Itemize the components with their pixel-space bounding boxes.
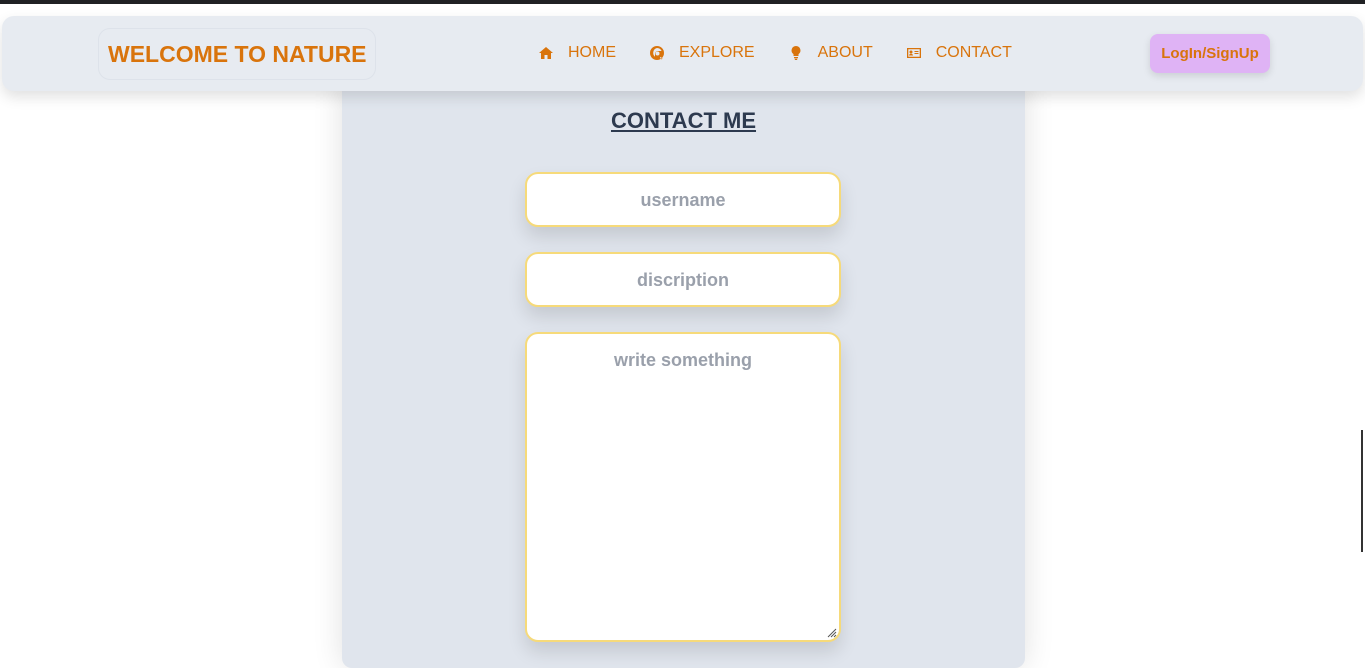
message-placeholder: write something [613,350,752,370]
navbar: WELCOME TO NATURE HOME EXPLORE ABOUT CON… [2,16,1363,91]
browser-top-strip [0,0,1365,4]
nav-item-label: EXPLORE [679,44,755,61]
nav-item-explore[interactable]: EXPLORE [649,44,755,62]
nav-item-label: ABOUT [817,44,873,61]
nav-item-home[interactable]: HOME [538,44,616,62]
login-signup-button[interactable]: LogIn/SignUp [1150,34,1270,73]
home-icon [539,47,553,59]
nav-item-label: HOME [568,44,616,61]
explore-icon [650,46,664,60]
brand-logo[interactable]: WELCOME TO NATURE [98,28,376,80]
description-input[interactable]: discription [525,252,841,307]
contact-card: CONTACT ME username discription write so… [342,68,1025,668]
resize-handle-icon[interactable] [825,626,837,638]
contact-title: CONTACT ME [610,108,757,133]
contact-card-icon [906,48,921,58]
main-nav: HOME EXPLORE ABOUT CONTACT [538,44,1045,62]
bulb-icon [791,46,801,60]
nav-item-contact[interactable]: CONTACT [906,44,1012,62]
message-textarea[interactable]: write something [525,332,841,642]
page-scrollbar[interactable] [1361,430,1363,552]
username-input[interactable]: username [525,172,841,227]
nav-item-label: CONTACT [935,44,1012,61]
nav-item-about[interactable]: ABOUT [788,44,873,62]
